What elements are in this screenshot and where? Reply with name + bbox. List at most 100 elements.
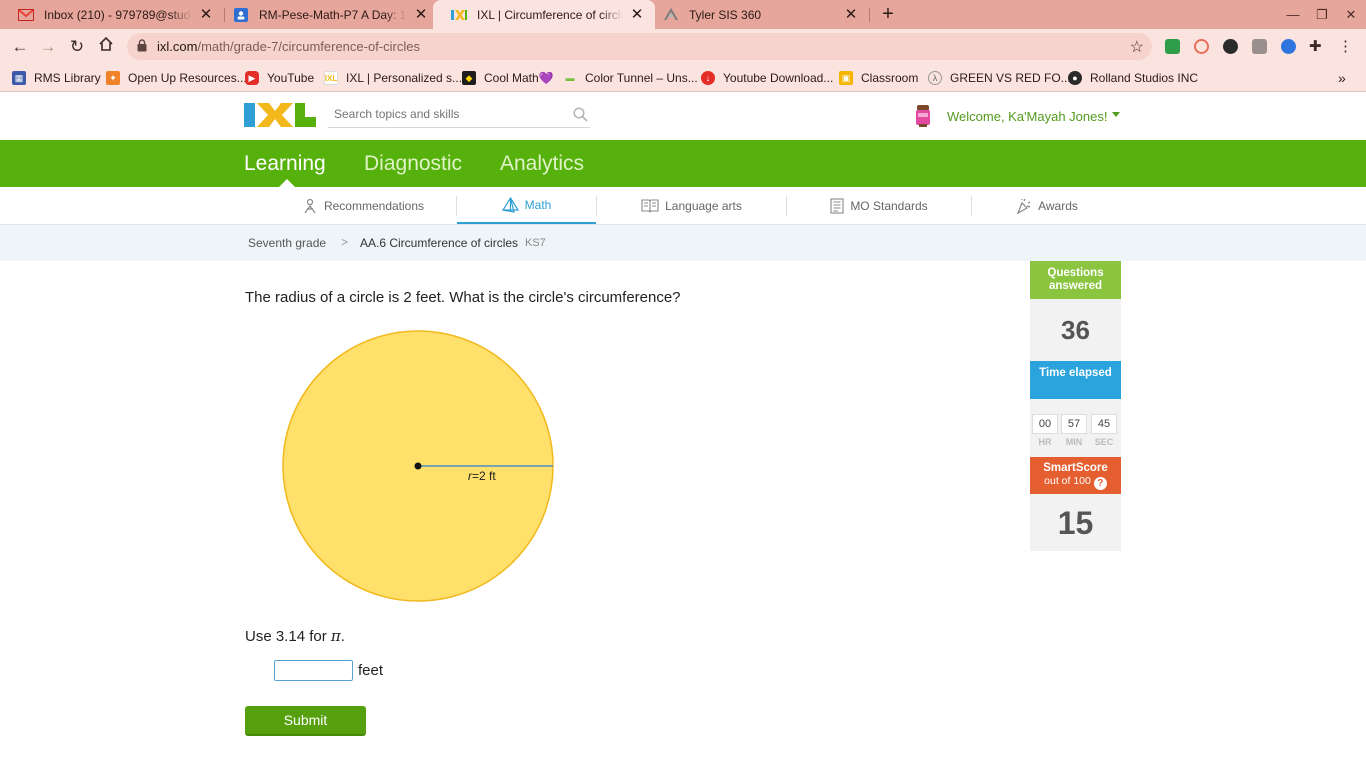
nav-learning[interactable]: Learning <box>244 152 326 176</box>
ixl-icon <box>451 7 467 23</box>
ixl-header: Welcome, Ka'Mayah Jones! <box>0 93 1366 140</box>
chevron-right-icon: > <box>341 235 349 249</box>
time-elapsed-header: Time elapsed <box>1030 361 1121 399</box>
help-icon[interactable]: ? <box>1093 477 1107 490</box>
lambda-icon: λ <box>928 71 942 85</box>
smartscore-title: SmartScore <box>1043 462 1108 474</box>
nav-analytics[interactable]: Analytics <box>500 152 584 176</box>
pi-instruction: Use 3.14 for π. <box>245 627 345 645</box>
bookmark-star-icon[interactable]: ☆ <box>1130 37 1144 57</box>
awards-icon <box>1017 198 1031 214</box>
extension-icon[interactable] <box>1252 39 1267 54</box>
url-text: ixl.com/math/grade-7/circumference-of-ci… <box>157 39 420 54</box>
bookmark-color-tunnel[interactable]: ▬ Color Tunnel – Uns... <box>563 69 698 87</box>
more-bookmarks-icon[interactable]: » <box>1338 69 1346 87</box>
browser-toolbar: ← → ↻ ixl.com/math/grade-7/circumference… <box>0 29 1366 64</box>
ixl-icon: IXL <box>324 71 338 85</box>
color-tunnel-icon: ▬ <box>565 73 575 83</box>
classroom-icon: ▣ <box>839 71 853 85</box>
bookmark-youtube[interactable]: ▶ YouTube <box>245 69 314 87</box>
lock-icon <box>137 39 147 57</box>
submit-button[interactable]: Submit <box>245 706 366 736</box>
bookmark-green-vs-red[interactable]: λ GREEN VS RED FO... <box>928 69 1071 87</box>
extension-icon[interactable] <box>1194 39 1209 54</box>
main-nav: Learning Diagnostic Analytics <box>0 140 1366 187</box>
extension-icon[interactable] <box>1281 39 1296 54</box>
time-minutes-label: MIN <box>1065 437 1083 447</box>
browser-tab-ixl[interactable]: IXL | Circumference of circles | 7t ✕ <box>433 0 655 29</box>
browser-tab-classroom[interactable]: RM-Pese-Math-P7 A Day: 11:00 A ✕ <box>215 0 439 29</box>
welcome-user-menu[interactable]: Welcome, Ka'Mayah Jones! <box>947 109 1107 124</box>
active-nav-indicator <box>279 179 295 187</box>
cool-math-icon: ◆ <box>462 71 476 85</box>
avatar[interactable] <box>914 104 932 128</box>
chevron-down-icon[interactable] <box>1112 112 1120 117</box>
download-icon: ↓ <box>701 71 715 85</box>
questions-answered-count: 36 <box>1030 299 1121 361</box>
browser-tab-tyler[interactable]: Tyler SIS 360 ✕ <box>645 0 869 29</box>
smartscore-subtitle: out of 100? <box>1030 475 1121 490</box>
center-point <box>414 462 422 470</box>
tab-title: RM-Pese-Math-P7 A Day: 11:00 A <box>259 7 407 22</box>
questions-answered-header: Questions answered <box>1030 261 1121 299</box>
restore-icon[interactable]: ❐ <box>1312 5 1332 25</box>
circle-diagram: r=2 ft <box>282 330 554 602</box>
tab-language-arts[interactable]: Language arts <box>597 187 786 224</box>
extension-icon[interactable] <box>1223 39 1238 54</box>
tab-math[interactable]: Math <box>457 187 596 224</box>
bookmark-classroom[interactable]: ▣ Classroom <box>839 69 918 87</box>
time-hours-label: HR <box>1038 437 1052 447</box>
bookmark-rms-library[interactable]: ▦ RMS Library <box>12 69 101 87</box>
tyler-icon <box>663 7 679 23</box>
classroom-icon <box>233 7 249 23</box>
close-tab-icon[interactable]: ✕ <box>629 6 645 23</box>
tab-mo-standards[interactable]: MO Standards <box>787 187 971 224</box>
bookmark-cool-math[interactable]: ◆ Cool Math💜 <box>462 69 554 87</box>
breadcrumb-skill: AA.6 Circumference of circles <box>360 236 519 250</box>
close-tab-icon[interactable]: ✕ <box>413 6 429 23</box>
tab-divider <box>869 8 870 22</box>
kebab-menu-icon[interactable]: ⋮ <box>1338 39 1353 54</box>
bookmarks-bar: ▦ RMS Library ✦ Open Up Resources... ▶ YouT… <box>0 64 1366 92</box>
subject-tabs: Recommendations Math Language arts MO St… <box>0 187 1366 225</box>
breadcrumb: Seventh grade > AA.6 Circumference of ci… <box>0 225 1366 261</box>
close-tab-icon[interactable]: ✕ <box>843 6 859 23</box>
bookmark-open-up[interactable]: ✦ Open Up Resources... <box>106 69 247 87</box>
window-close-icon[interactable]: ✕ <box>1341 5 1361 25</box>
bookmark-rolland-studios[interactable]: ● Rolland Studios INC <box>1068 69 1198 87</box>
bookmark-youtube-download[interactable]: ↓ Youtube Download... <box>701 69 833 87</box>
breadcrumb-grade[interactable]: Seventh grade <box>248 236 326 250</box>
close-tab-icon[interactable]: ✕ <box>198 6 214 23</box>
forward-arrow-icon[interactable]: → <box>37 36 59 58</box>
tab-title: IXL | Circumference of circles | 7t <box>477 7 623 22</box>
ixl-logo[interactable] <box>244 101 316 129</box>
browser-tab-strip: Inbox (210) - 979789@student.r ✕ RM-Pese… <box>0 0 1366 29</box>
tab-awards[interactable]: Awards <box>972 187 1122 224</box>
nav-diagnostic[interactable]: Diagnostic <box>364 152 462 176</box>
pyramid-icon <box>501 196 519 213</box>
search-input[interactable] <box>328 102 558 126</box>
radius-label: r=2 ft <box>468 469 496 483</box>
skill-code: KS7 <box>525 237 546 249</box>
puzzle-extensions-icon[interactable]: ✚ <box>1309 39 1324 54</box>
address-bar[interactable]: ixl.com/math/grade-7/circumference-of-ci… <box>127 33 1152 60</box>
minimize-icon[interactable]: — <box>1283 5 1303 25</box>
search-icon[interactable] <box>573 107 588 127</box>
new-tab-icon[interactable]: + <box>877 3 899 25</box>
bookmark-ixl[interactable]: IXL IXL | Personalized s... <box>324 69 462 87</box>
time-hours: 00 <box>1032 414 1058 434</box>
rolland-icon: ● <box>1068 71 1082 85</box>
recommendations-icon <box>304 198 316 213</box>
home-icon[interactable] <box>95 36 117 58</box>
standards-icon <box>830 197 844 214</box>
smartscore-header: SmartScore out of 100? <box>1030 457 1121 494</box>
smartscore-value: 15 <box>1030 494 1121 551</box>
search-box <box>328 102 590 128</box>
tab-recommendations[interactable]: Recommendations <box>270 187 456 224</box>
reload-icon[interactable]: ↻ <box>66 36 88 58</box>
browser-tab-gmail[interactable]: Inbox (210) - 979789@student.r ✕ <box>0 0 224 29</box>
back-arrow-icon[interactable]: ← <box>9 36 31 58</box>
extension-icon[interactable] <box>1165 39 1180 54</box>
answer-input[interactable] <box>274 660 353 681</box>
time-seconds-label: SEC <box>1094 437 1114 447</box>
